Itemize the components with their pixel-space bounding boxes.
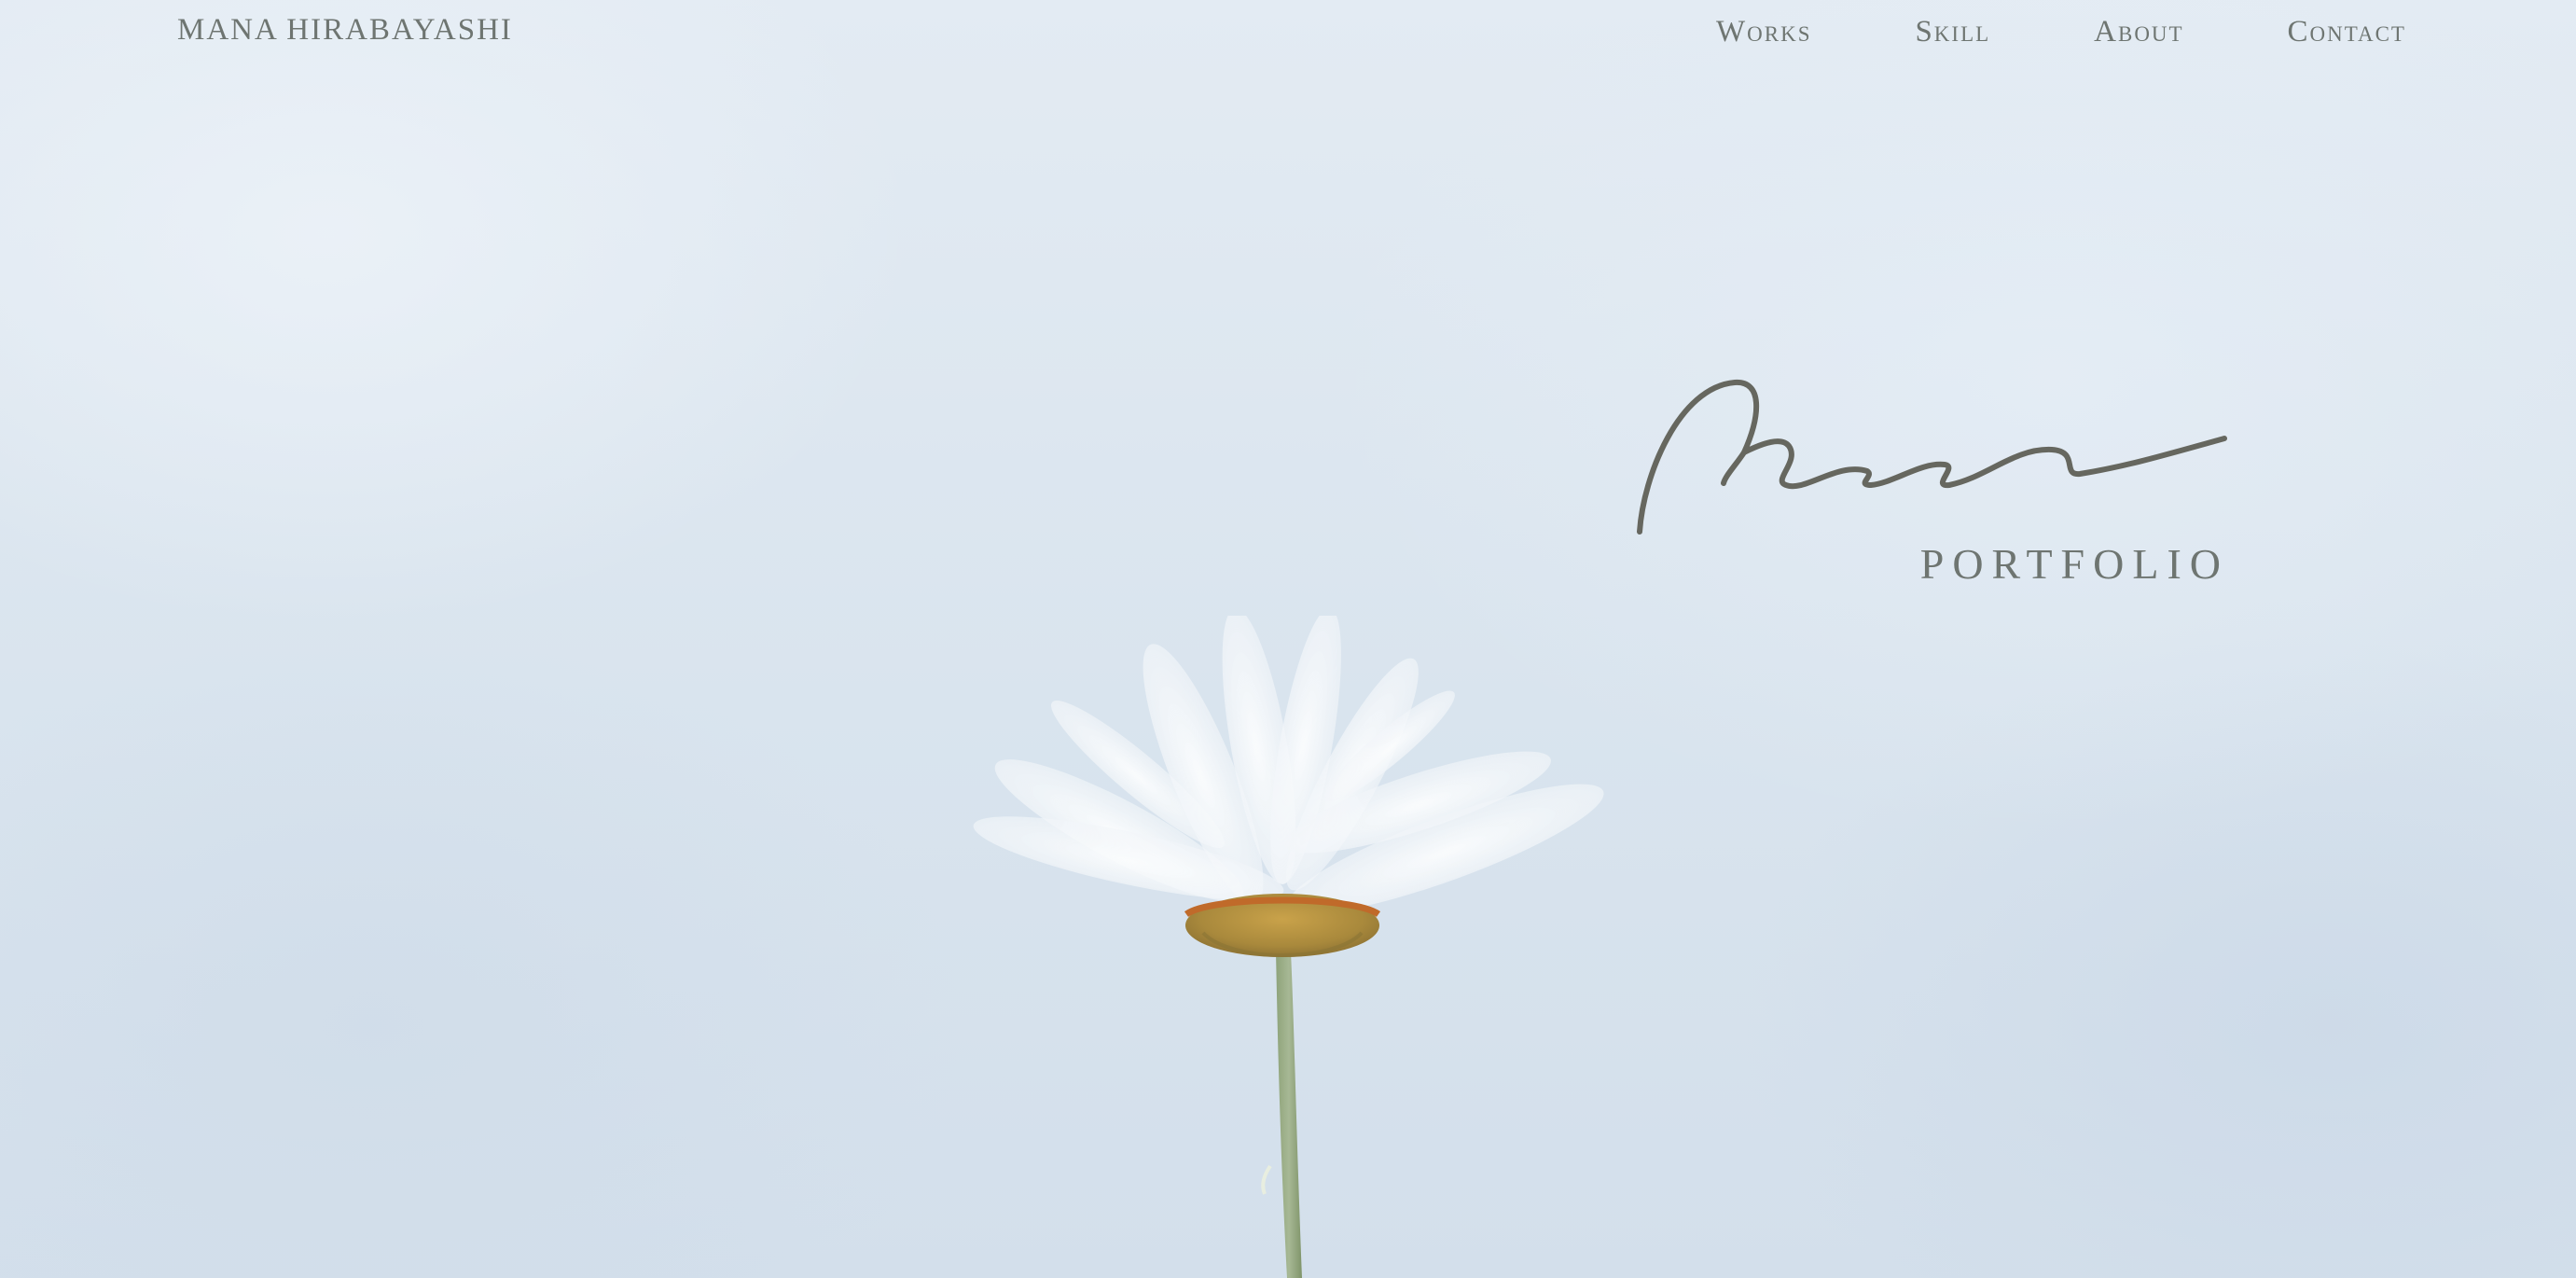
- site-logo[interactable]: MANA HIRABAYASHI: [177, 13, 513, 48]
- portfolio-subtitle: PORTFOLIO: [1919, 540, 2229, 588]
- daisy-flower-image: [973, 616, 1604, 1278]
- site-header: MANA HIRABAYASHI Works Skill About Conta…: [0, 0, 2576, 75]
- main-nav: Works Skill About Contact: [1716, 15, 2406, 49]
- nav-link-works[interactable]: Works: [1716, 15, 1812, 49]
- nav-link-contact[interactable]: Contact: [2288, 15, 2406, 49]
- nav-link-skill[interactable]: Skill: [1915, 15, 1990, 49]
- nav-link-about[interactable]: About: [2094, 15, 2183, 49]
- signature-mana-logo: [1637, 379, 2227, 535]
